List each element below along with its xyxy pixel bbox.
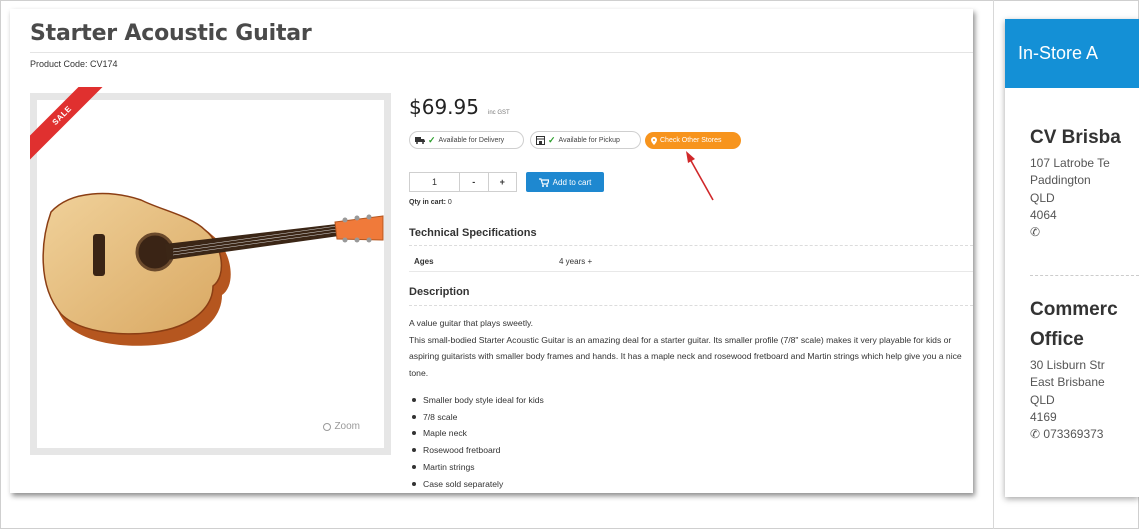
- quantity-input[interactable]: 1: [410, 173, 460, 191]
- description-line: A value guitar that plays sweetly.: [409, 318, 534, 328]
- list-item: Smaller body style ideal for kids: [409, 392, 544, 409]
- zoom-link[interactable]: Zoom: [323, 421, 360, 432]
- product-card: Starter Acoustic Guitar Product Code: CV…: [10, 9, 973, 493]
- check-icon: ✓: [548, 134, 556, 145]
- check-icon: ✓: [428, 134, 436, 145]
- description-heading: Description: [409, 286, 470, 298]
- annotation-arrow: [686, 151, 714, 201]
- store-phone[interactable]: ✆ 073369373: [1030, 426, 1105, 443]
- store-phone: ✆: [1030, 224, 1110, 241]
- address-line: QLD: [1030, 190, 1055, 205]
- description-text: A value guitar that plays sweetly. This …: [409, 315, 969, 382]
- sale-badge: SALE: [30, 87, 110, 164]
- add-to-cart-label: Add to cart: [552, 177, 592, 187]
- list-item: Maple neck: [409, 425, 544, 442]
- store-address: 30 Lisburn Str East Brisbane QLD 4169 ✆ …: [1030, 357, 1105, 443]
- phone-icon: ✆: [1030, 225, 1041, 240]
- store-divider: [1030, 275, 1139, 276]
- address-line: 107 Latrobe Te: [1030, 156, 1110, 170]
- price-tax-note: inc GST: [488, 110, 510, 116]
- address-line: Paddington: [1030, 173, 1091, 188]
- quantity-stepper: 1 - +: [409, 172, 517, 192]
- store-icon: [536, 135, 545, 145]
- decrease-quantity-button[interactable]: -: [460, 173, 489, 191]
- list-item: Rosewood fretboard: [409, 442, 544, 459]
- list-item: Case sold separately: [409, 476, 544, 493]
- sidebar-title: In-Store A: [1005, 19, 1139, 88]
- in-store-availability-panel: In-Store A CV Brisba 107 Latrobe Te Padd…: [1005, 19, 1139, 497]
- column-divider: [993, 0, 994, 529]
- address-line: QLD: [1030, 392, 1055, 407]
- increase-quantity-button[interactable]: +: [489, 173, 517, 191]
- pickup-label: Available for Pickup: [558, 136, 620, 144]
- add-to-cart-button[interactable]: Add to cart: [526, 172, 604, 192]
- address-line: 4169: [1030, 409, 1057, 424]
- map-pin-icon: [651, 136, 657, 145]
- qty-in-cart: Qty in cart: 0: [409, 199, 452, 206]
- sale-ribbon-wrap: SALE: [30, 87, 110, 167]
- truck-icon: [415, 137, 425, 144]
- cart-icon: [538, 177, 549, 187]
- product-title: Starter Acoustic Guitar: [30, 21, 312, 46]
- spec-row: Ages 4 years +: [409, 252, 973, 272]
- delivery-label: Available for Delivery: [438, 136, 505, 144]
- spec-value: 4 years +: [559, 257, 593, 266]
- tech-specs-heading: Technical Specifications: [409, 227, 537, 239]
- check-other-stores-label: Check Other Stores: [660, 137, 722, 144]
- store-name: CV Brisba: [1030, 127, 1121, 148]
- store-name: Commerc: [1030, 299, 1118, 320]
- title-divider: [30, 52, 973, 53]
- spec-key: Ages: [414, 257, 434, 266]
- feature-list: Smaller body style ideal for kids 7/8 sc…: [409, 392, 544, 492]
- qty-in-cart-label: Qty in cart:: [409, 199, 446, 206]
- address-line: 4064: [1030, 207, 1057, 222]
- phone-number[interactable]: 073369373: [1043, 427, 1103, 441]
- zoom-icon: [323, 422, 332, 431]
- product-code: Product Code: CV174: [30, 59, 118, 69]
- address-line: 30 Lisburn Str: [1030, 358, 1105, 372]
- phone-icon: ✆: [1030, 427, 1041, 442]
- description-divider: [409, 305, 973, 306]
- qty-in-cart-value: 0: [447, 199, 452, 206]
- pickup-availability-badge: ✓ Available for Pickup: [530, 131, 641, 149]
- store-address: 107 Latrobe Te Paddington QLD 4064 ✆: [1030, 155, 1110, 241]
- zoom-label: Zoom: [334, 421, 360, 432]
- address-line: East Brisbane: [1030, 375, 1105, 390]
- delivery-availability-badge: ✓ Available for Delivery: [409, 131, 524, 149]
- tech-specs-divider: [409, 245, 973, 246]
- list-item: 7/8 scale: [409, 409, 544, 426]
- list-item: Martin strings: [409, 459, 544, 476]
- product-price: $69.95: [409, 95, 479, 119]
- store-name: Office: [1030, 329, 1084, 350]
- description-line: This small-bodied Starter Acoustic Guita…: [409, 334, 962, 379]
